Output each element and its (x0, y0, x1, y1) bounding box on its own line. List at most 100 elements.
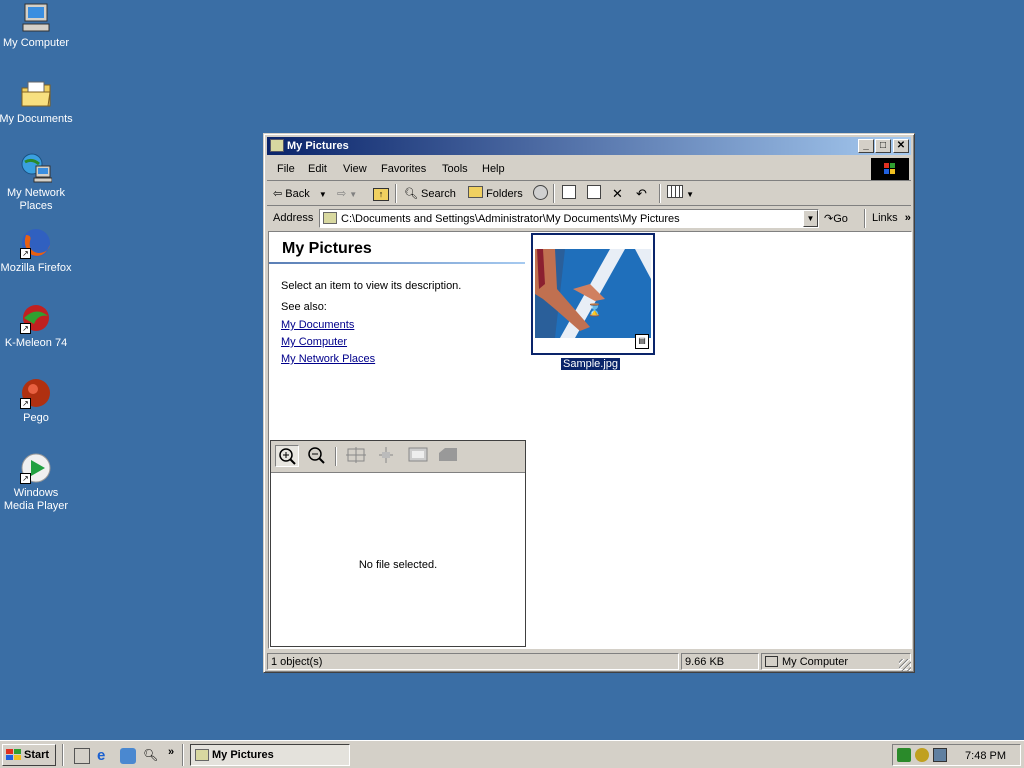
web-view-pane: My Pictures Select an item to view its d… (269, 232, 526, 648)
menu-help[interactable]: Help (482, 163, 505, 175)
link-my-computer[interactable]: My Computer (281, 336, 347, 348)
documents-folder-icon (20, 78, 52, 110)
links-button[interactable]: Links » (872, 212, 911, 224)
search-button[interactable]: 🔍︎ Search (404, 185, 456, 203)
title-bar[interactable]: My Pictures _ □ ✕ (267, 137, 911, 155)
folder-content: My Pictures Select an item to view its d… (268, 231, 912, 649)
desktop-icon-k-meleon[interactable]: ↗ K-Meleon 74 (0, 302, 74, 350)
search-quicklaunch-icon[interactable]: 🔍︎ (143, 748, 159, 764)
toolbar-separator (864, 209, 866, 228)
toolbar-separator (659, 184, 661, 203)
views-icon (667, 185, 683, 198)
my-computer-small-icon (765, 656, 778, 667)
print-button[interactable] (437, 445, 461, 467)
desktop-icon-my-documents[interactable]: My Documents (0, 78, 74, 126)
start-button[interactable]: Start (2, 744, 56, 766)
actual-size-button[interactable] (375, 445, 399, 467)
menu-view[interactable]: View (343, 163, 367, 175)
shortcut-arrow-icon: ↗ (20, 398, 31, 409)
desktop-icon-label: Pego (23, 412, 49, 424)
system-tray: 7:48 PM (892, 744, 1021, 766)
outlook-express-icon[interactable] (120, 748, 136, 764)
chevron-right-icon[interactable]: » (168, 746, 174, 758)
up-folder-button[interactable]: ↑ (373, 185, 389, 203)
windows-logo-icon (871, 158, 909, 180)
address-bar: Address C:\Documents and Settings\Admini… (267, 207, 911, 230)
back-label: Back (285, 188, 310, 200)
show-desktop-icon[interactable] (74, 748, 90, 764)
resize-grip-icon[interactable] (899, 659, 911, 671)
close-button[interactable]: ✕ (893, 139, 909, 153)
menu-bar: File Edit View Favorites Tools Help (267, 158, 911, 181)
chevron-right-icon: » (904, 212, 911, 224)
taskbar-button-label: My Pictures (212, 749, 274, 761)
internet-explorer-icon[interactable]: e (97, 748, 113, 764)
taskbar-button-my-pictures[interactable]: My Pictures (190, 744, 350, 766)
folder-icon (323, 212, 337, 224)
toolbar-separator (553, 184, 555, 203)
delete-button[interactable]: ✕ (612, 185, 623, 203)
folder-heading: My Pictures (282, 240, 372, 257)
network-icon (20, 152, 53, 184)
best-fit-icon (346, 447, 366, 463)
network-tray-icon[interactable] (897, 748, 911, 762)
desktop-icon-my-computer[interactable]: My Computer (0, 2, 74, 50)
status-object-count: 1 object(s) (267, 653, 679, 670)
search-icon: 🔍︎ (404, 188, 418, 200)
address-dropdown-button[interactable]: ▼ (803, 210, 818, 227)
move-to-button[interactable] (562, 185, 576, 203)
search-label: Search (421, 188, 456, 200)
explorer-window: My Pictures _ □ ✕ File Edit View Favorit… (263, 133, 915, 673)
address-value: C:\Documents and Settings\Administrator\… (341, 213, 680, 225)
undo-button[interactable]: ↶ (636, 185, 647, 203)
desktop-icon-label: My Documents (0, 113, 73, 125)
desktop-icon-mozilla-firefox[interactable]: ↗ Mozilla Firefox (0, 227, 74, 275)
forward-button[interactable]: ⇨ ▼ (337, 185, 357, 203)
go-button[interactable]: ↷Go (824, 212, 848, 225)
status-size: 9.66 KB (681, 653, 759, 670)
slideshow-button[interactable] (407, 445, 431, 467)
tray-icon-2[interactable] (915, 748, 929, 762)
best-fit-button[interactable] (345, 445, 369, 467)
toolbar-separator (395, 184, 397, 203)
menu-edit[interactable]: Edit (308, 163, 327, 175)
zoom-in-button[interactable] (275, 445, 299, 467)
folders-button[interactable]: Folders (468, 185, 523, 203)
preview-toolbar (271, 441, 525, 473)
k-meleon-icon: ↗ (20, 302, 52, 334)
maximize-button[interactable]: □ (875, 139, 891, 153)
link-my-documents[interactable]: My Documents (281, 319, 354, 331)
back-arrow-icon: ⇦ (273, 188, 283, 200)
desktop-icon-windows-media-player[interactable]: ↗ Windows Media Player (0, 452, 74, 513)
display-tray-icon[interactable] (933, 748, 947, 762)
zoom-out-icon (308, 447, 325, 464)
links-label: Links (872, 212, 898, 224)
address-field[interactable]: C:\Documents and Settings\Administrator\… (319, 209, 819, 228)
actual-size-icon (379, 447, 393, 463)
menu-file[interactable]: File (277, 163, 295, 175)
delete-icon: ✕ (612, 186, 623, 201)
taskbar: Start e 🔍︎ » My Pictures 7:48 PM (0, 740, 1024, 768)
image-preview: No file selected. (270, 440, 526, 647)
desktop-icon-pego[interactable]: ↗ Pego (0, 377, 74, 425)
image-file-icon: ▤ (635, 334, 649, 349)
shortcut-arrow-icon: ↗ (20, 248, 31, 259)
history-button[interactable] (533, 185, 548, 203)
desktop-icon-label: K-Meleon 74 (4, 337, 68, 349)
copy-to-button[interactable] (587, 185, 601, 203)
views-button[interactable]: ▼ (667, 185, 694, 203)
clock[interactable]: 7:48 PM (965, 750, 1006, 762)
thumbnail-sample-jpg[interactable]: ▤ ⌛ (531, 233, 655, 355)
status-zone-label: My Computer (782, 656, 849, 668)
standard-toolbar: ⇦ Back ▼ ⇨ ▼ ↑ 🔍︎ Search Folders ✕ ↶ ▼ (267, 182, 911, 206)
menu-tools[interactable]: Tools (442, 163, 468, 175)
start-label: Start (24, 749, 50, 761)
desktop-icon-my-network-places[interactable]: My Network Places (0, 152, 74, 213)
back-button[interactable]: ⇦ Back ▼ (273, 185, 327, 203)
zoom-out-button[interactable] (305, 445, 329, 467)
minimize-button[interactable]: _ (858, 139, 874, 153)
menu-favorites[interactable]: Favorites (381, 163, 426, 175)
link-my-network-places[interactable]: My Network Places (281, 353, 375, 365)
thumbnail-label[interactable]: Sample.jpg (561, 358, 621, 370)
toolbar-separator (335, 447, 337, 466)
